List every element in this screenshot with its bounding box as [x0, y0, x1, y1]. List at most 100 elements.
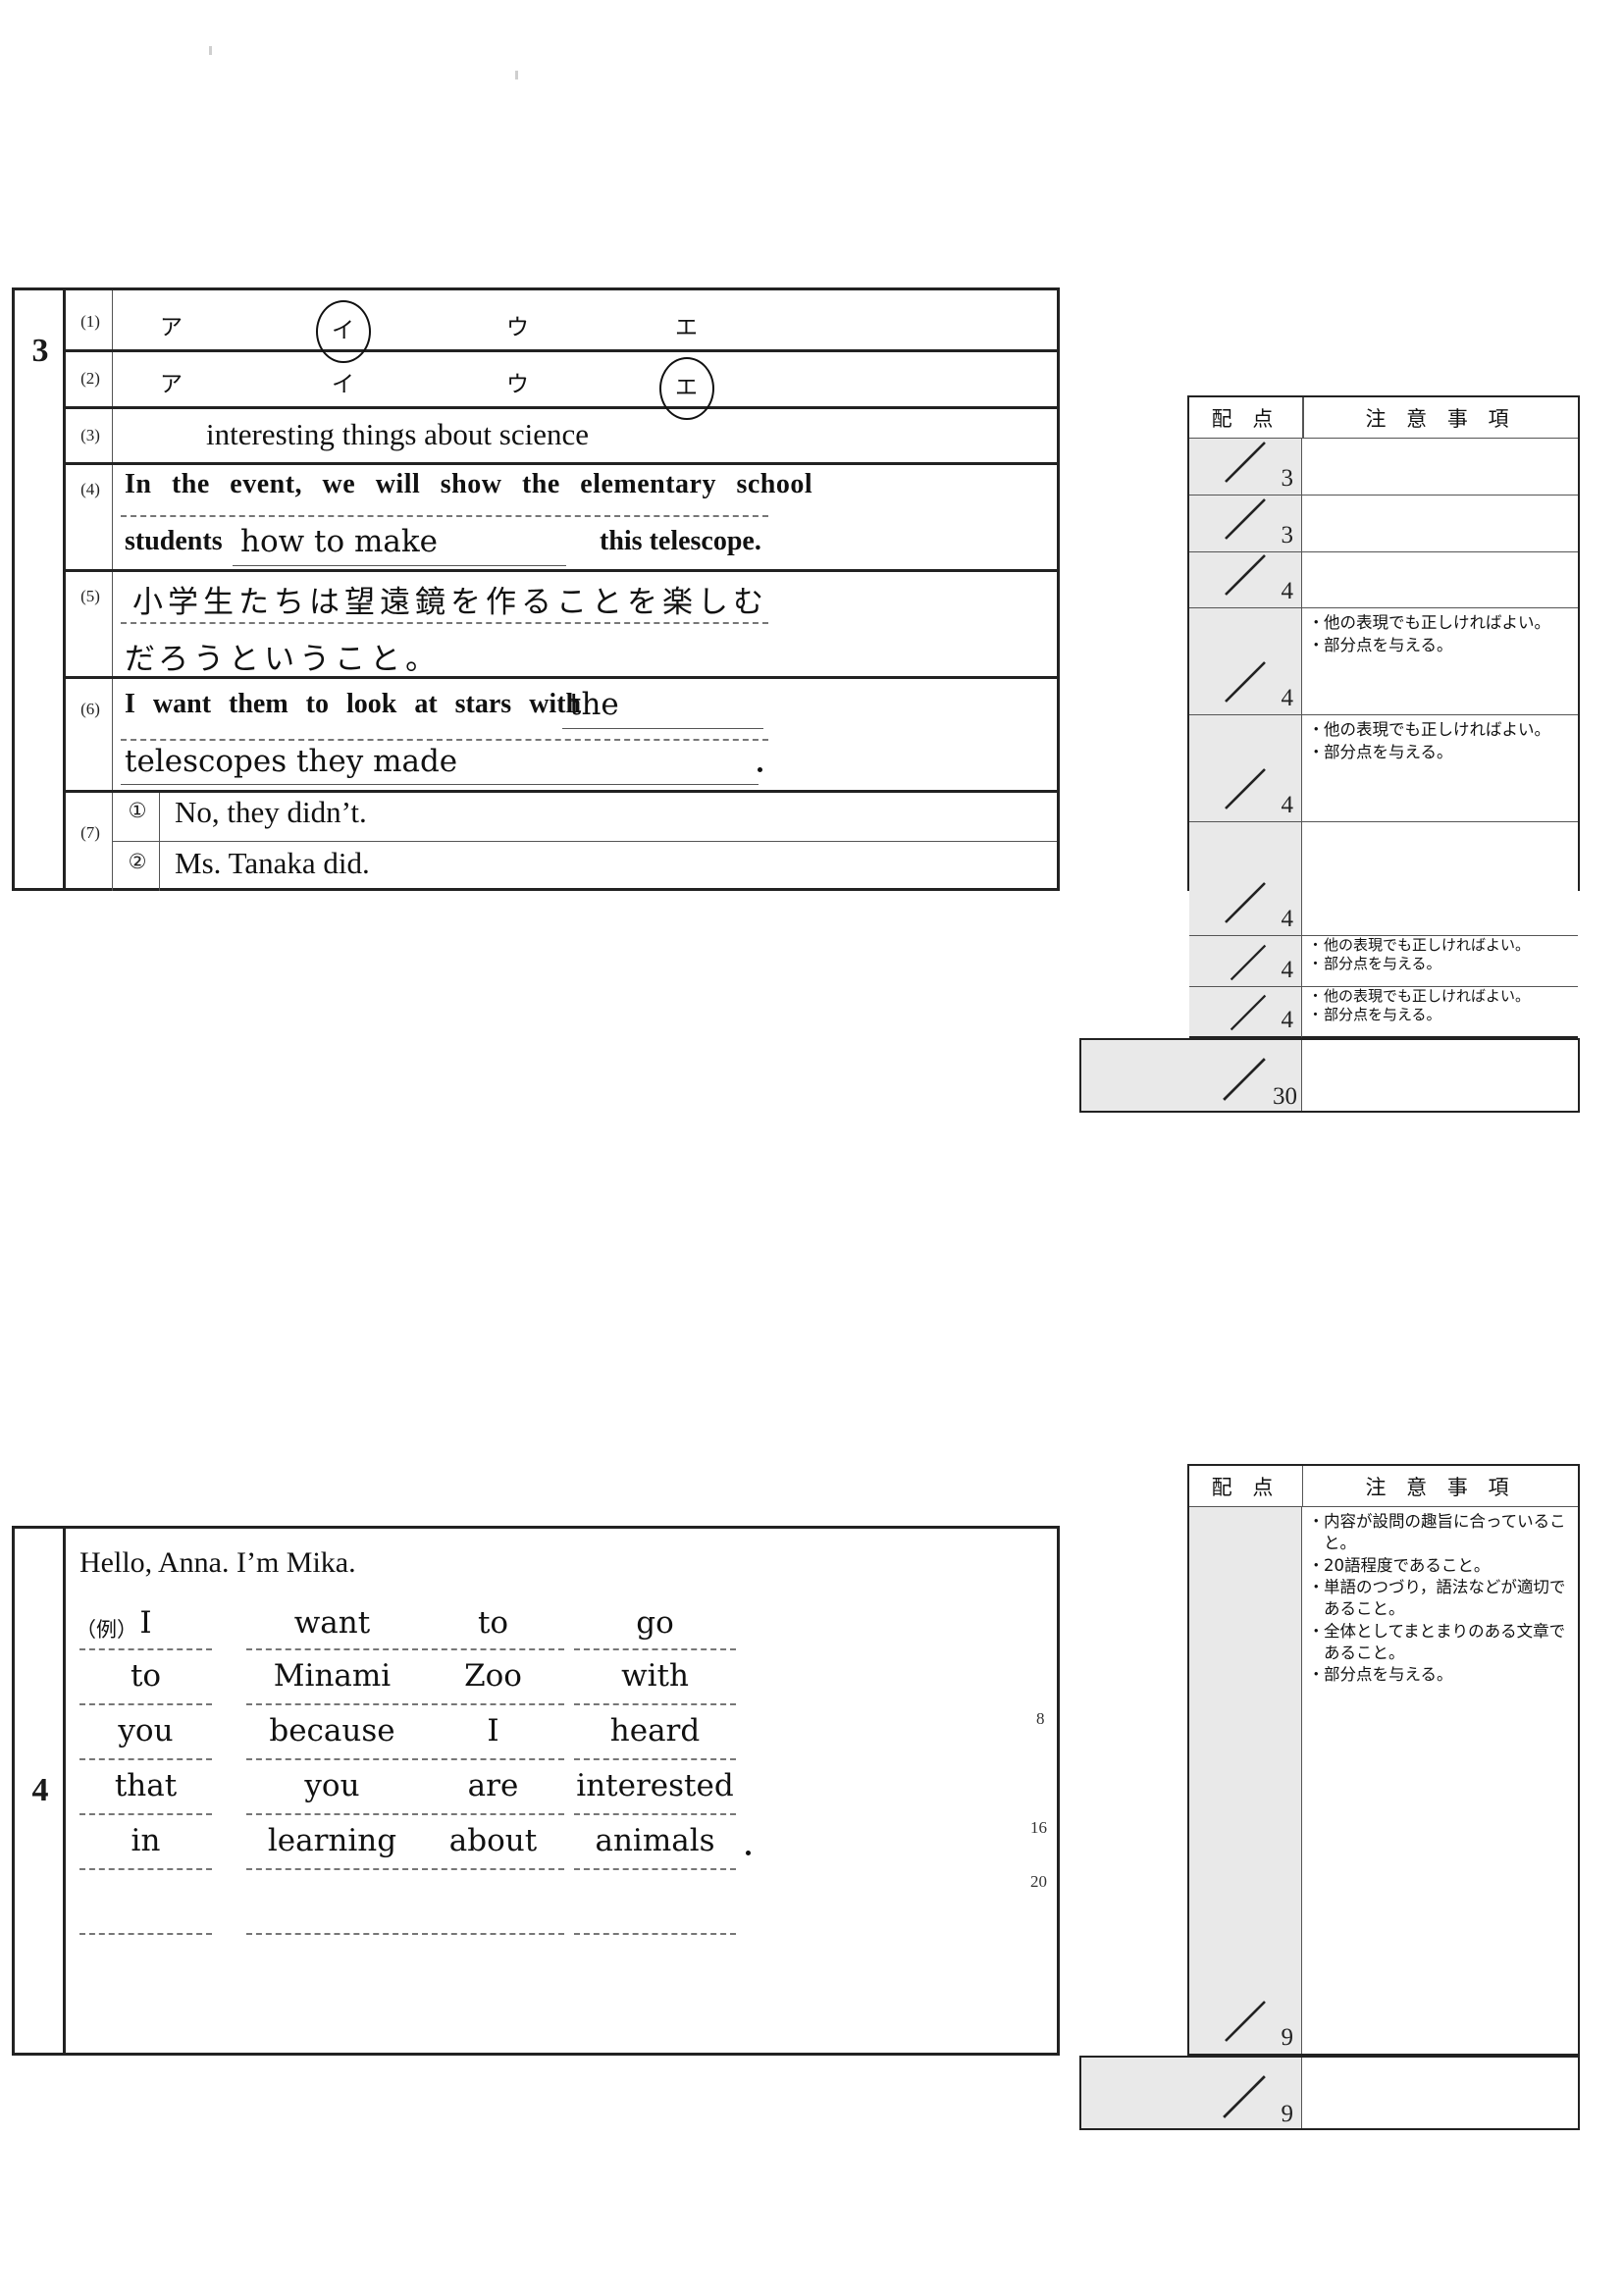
grid-word-r5c2[interactable]: learning	[246, 1823, 418, 1858]
score-header-notes-s4: 注 意 事 項	[1302, 1466, 1578, 1507]
section3-number: 3	[31, 333, 49, 369]
answer-line1-pre-q6: I want them to look at stars with	[125, 689, 582, 719]
choice-option-d-q2[interactable]: エ	[657, 357, 716, 420]
grid-word-r1c2[interactable]: want	[246, 1605, 418, 1641]
score-header-points-s4: 配 点	[1189, 1466, 1302, 1507]
slash-icon	[1225, 498, 1266, 540]
note-item: 内容が設問の趣旨に合っていること。	[1308, 1511, 1572, 1554]
grid-word-r5c4[interactable]: animals	[574, 1823, 736, 1858]
answer-fill-q4[interactable]: how to make	[240, 524, 438, 559]
question-label-4: (4)	[80, 480, 100, 498]
section4-greeting: Hello, Anna. I’m Mika.	[79, 1546, 356, 1579]
grid-word-r3c2[interactable]: because	[246, 1713, 418, 1748]
answer-fill2-q6[interactable]: telescopes they made	[125, 744, 457, 779]
question-label-3: (3)	[80, 426, 100, 444]
grid-word-r5c1[interactable]: in	[79, 1823, 212, 1858]
score-cell-q4[interactable]: 4	[1189, 608, 1302, 715]
grid-word-r2c3[interactable]: Zoo	[422, 1658, 564, 1694]
choice-option-c-q1[interactable]: ウ	[489, 308, 548, 341]
choice-option-c-q2[interactable]: ウ	[489, 365, 548, 398]
grid-word-r1c3[interactable]: to	[422, 1605, 564, 1641]
grid-word-r5c3[interactable]: about	[422, 1823, 564, 1858]
note-cell-q6	[1302, 822, 1578, 936]
grid-word-r4c1[interactable]: that	[79, 1768, 212, 1803]
section3-answer-table: 3 (1) ア イ ウ エ (2) ア イ ウ エ (3) interestin…	[12, 287, 1060, 891]
note-item: 20語程度であること。	[1308, 1555, 1572, 1577]
score-value-q7-1: 4	[1281, 957, 1294, 983]
score-value-q4: 4	[1281, 685, 1294, 711]
section3-total-value: 30	[1273, 1083, 1297, 1110]
grid-word-r3c4[interactable]: heard	[574, 1713, 736, 1748]
note-item: 部分点を与える。	[1308, 1664, 1572, 1686]
selected-circle: イ	[316, 300, 371, 363]
choice-option-d-q1[interactable]: エ	[657, 308, 716, 341]
word-count-marker-20: 20	[1030, 1872, 1047, 1891]
choice-option-a-q1[interactable]: ア	[142, 308, 201, 341]
score-value-q1: 3	[1281, 465, 1294, 492]
answer-line2-pre-q4: students	[125, 526, 223, 556]
slash-icon	[1225, 2001, 1266, 2042]
choice-option-a-q2[interactable]: ア	[142, 365, 201, 398]
answer-line1-q4[interactable]: In the event, we will show the elementar…	[125, 469, 812, 500]
period-mark-q6	[758, 767, 762, 772]
answer-line2-post-q4: this telescope.	[600, 526, 761, 556]
answer-sheet-page: 3 (1) ア イ ウ エ (2) ア イ ウ エ (3) interestin…	[0, 0, 1623, 2296]
score-cell-q7-2[interactable]: 4	[1189, 987, 1302, 1038]
score-value-q2: 3	[1281, 522, 1294, 548]
grid-word-r4c2[interactable]: you	[246, 1768, 418, 1803]
grid-word-r2c2[interactable]: Minami	[246, 1658, 418, 1694]
note-item: 単語のつづり，語法などが適切であること。	[1308, 1577, 1572, 1620]
slash-icon	[1225, 768, 1266, 809]
question-label-1: (1)	[80, 312, 100, 331]
grid-word-r2c1[interactable]: to	[79, 1658, 212, 1694]
choice-option-b-q2[interactable]: イ	[314, 365, 373, 398]
scan-speck	[209, 46, 212, 55]
note-item: 部分点を与える。	[1308, 635, 1572, 656]
answer-text-q3[interactable]: interesting things about science	[206, 417, 589, 452]
grid-word-r4c3[interactable]: are	[422, 1768, 564, 1803]
answer-text-2-q7[interactable]: Ms. Tanaka did.	[175, 846, 370, 881]
word-count-marker-8: 8	[1036, 1709, 1045, 1728]
grid-word-r3c1[interactable]: you	[79, 1713, 212, 1748]
word-count-marker-16: 16	[1030, 1818, 1047, 1837]
final-period-mark	[746, 1851, 751, 1855]
scan-speck	[515, 71, 518, 79]
question-label-7: (7)	[80, 823, 100, 842]
score-value-s4: 9	[1281, 2024, 1294, 2051]
score-cell-q6[interactable]: 4	[1189, 822, 1302, 936]
answer-text-1-q7[interactable]: No, they didn’t.	[175, 795, 367, 830]
answer-line2-q5[interactable]: だろうということ。	[125, 634, 441, 678]
note-cell-q7-1: 他の表現でも正しければよい。 部分点を与える。	[1302, 936, 1578, 987]
grid-word-r4c4[interactable]: interested	[569, 1768, 741, 1803]
answer-fill1-q6[interactable]: the	[569, 687, 619, 722]
slash-icon	[1230, 994, 1267, 1031]
answer-marker-2-q7: ②	[128, 850, 147, 873]
score-cell-q1[interactable]: 3	[1189, 439, 1302, 496]
score-cell-q2[interactable]: 3	[1189, 496, 1302, 552]
grid-word-r1c4[interactable]: go	[574, 1605, 736, 1641]
selected-circle: エ	[659, 357, 714, 420]
section3-total-grey[interactable]: 30	[1081, 1040, 1302, 1111]
grid-word-r2c4[interactable]: with	[574, 1658, 736, 1694]
score-value-q7-2: 4	[1281, 1007, 1294, 1033]
grid-word-r3c3[interactable]: I	[422, 1713, 564, 1748]
score-header-points: 配 点	[1189, 397, 1302, 439]
score-cell-q5[interactable]: 4	[1189, 715, 1302, 822]
slash-icon	[1225, 554, 1266, 596]
score-cell-q3[interactable]: 4	[1189, 552, 1302, 608]
section4-total-grey[interactable]: 9	[1081, 2058, 1302, 2128]
slash-icon	[1230, 944, 1267, 981]
note-item: 他の表現でも正しければよい。	[1308, 987, 1572, 1006]
score-cell-s4[interactable]: 9	[1189, 1507, 1302, 2054]
grid-word-r1c1[interactable]: I	[79, 1605, 212, 1641]
score-cell-q7-1[interactable]: 4	[1189, 936, 1302, 987]
note-item: 他の表現でも正しければよい。	[1308, 612, 1572, 634]
score-value-q5: 4	[1281, 792, 1294, 818]
note-item: 全体としてまとまりのある文章であること。	[1308, 1621, 1572, 1664]
choice-option-b-q1[interactable]: イ	[314, 300, 373, 363]
note-cell-q7-2: 他の表現でも正しければよい。 部分点を与える。	[1302, 987, 1578, 1038]
question-label-6: (6)	[80, 700, 100, 718]
answer-line1-q5[interactable]: 小学生たちは望遠鏡を作ることを楽しむ	[132, 577, 768, 621]
note-cell-q5: 他の表現でも正しければよい。 部分点を与える。	[1302, 715, 1578, 822]
slash-icon	[1225, 442, 1266, 483]
